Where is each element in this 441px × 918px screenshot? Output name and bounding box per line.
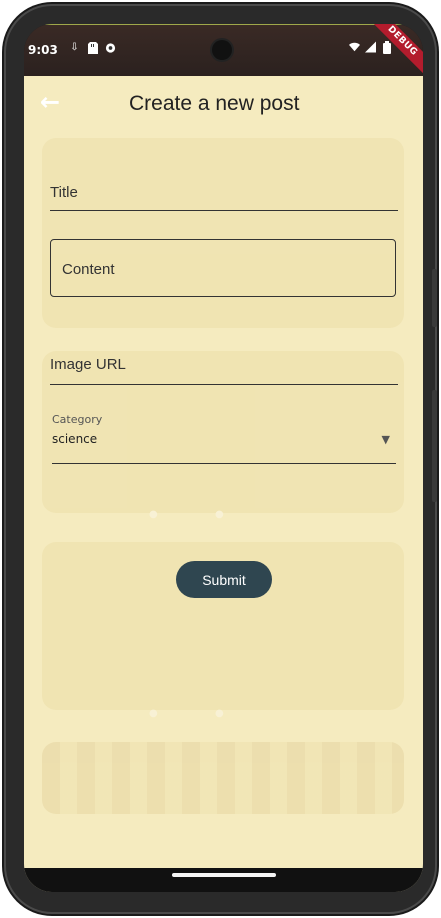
download-icon: ⇩: [70, 42, 79, 53]
phone-frame: 9:03 ⇩ DEBUG ● ● ● ● ← Create a new post…: [4, 4, 437, 914]
sd-card-icon: [87, 42, 98, 54]
bottom-screen-bezel: [24, 868, 423, 892]
status-left-icons: ⇩: [69, 42, 116, 54]
title-label: Title: [50, 184, 78, 201]
background-card-1: [42, 138, 404, 328]
app-bar: ← Create a new post: [24, 76, 423, 132]
front-camera: [212, 40, 232, 60]
background-card-2-meta: ● ●: [149, 509, 224, 520]
phone-screen: 9:03 ⇩ DEBUG ● ● ● ● ← Create a new post…: [24, 24, 423, 892]
status-bar: 9:03 ⇩ DEBUG: [24, 24, 423, 76]
battery-icon: [381, 40, 392, 54]
content-field[interactable]: Content: [50, 239, 396, 297]
wifi-icon: [349, 41, 360, 53]
image-url-field[interactable]: Image URL: [50, 350, 398, 385]
category-value: science: [52, 432, 98, 446]
chevron-down-icon: ▼: [381, 433, 390, 446]
category-dropdown[interactable]: Category science ▼: [52, 413, 396, 464]
status-right-icons: [349, 40, 392, 54]
category-label: Category: [52, 413, 103, 426]
media-icon: [105, 42, 116, 54]
status-time: 9:03: [28, 43, 58, 57]
arrow-left-icon: ←: [40, 88, 61, 116]
background-card-3-meta: ● ●: [149, 708, 224, 719]
image-url-label: Image URL: [50, 356, 126, 373]
phone-side-button-top: [432, 269, 437, 327]
submit-button[interactable]: Submit: [176, 561, 272, 598]
create-post-screen: ● ● ● ● ← Create a new post Title Conten…: [24, 76, 423, 892]
title-field[interactable]: Title: [50, 177, 398, 211]
page-title: Create a new post: [129, 92, 300, 115]
phone-side-button-bottom: [432, 390, 437, 502]
signal-icon: [365, 41, 376, 53]
background-card-4: [42, 742, 404, 814]
gesture-navigation-handle[interactable]: [172, 873, 276, 877]
back-button[interactable]: ←: [40, 90, 68, 118]
content-label: Content: [62, 261, 115, 278]
